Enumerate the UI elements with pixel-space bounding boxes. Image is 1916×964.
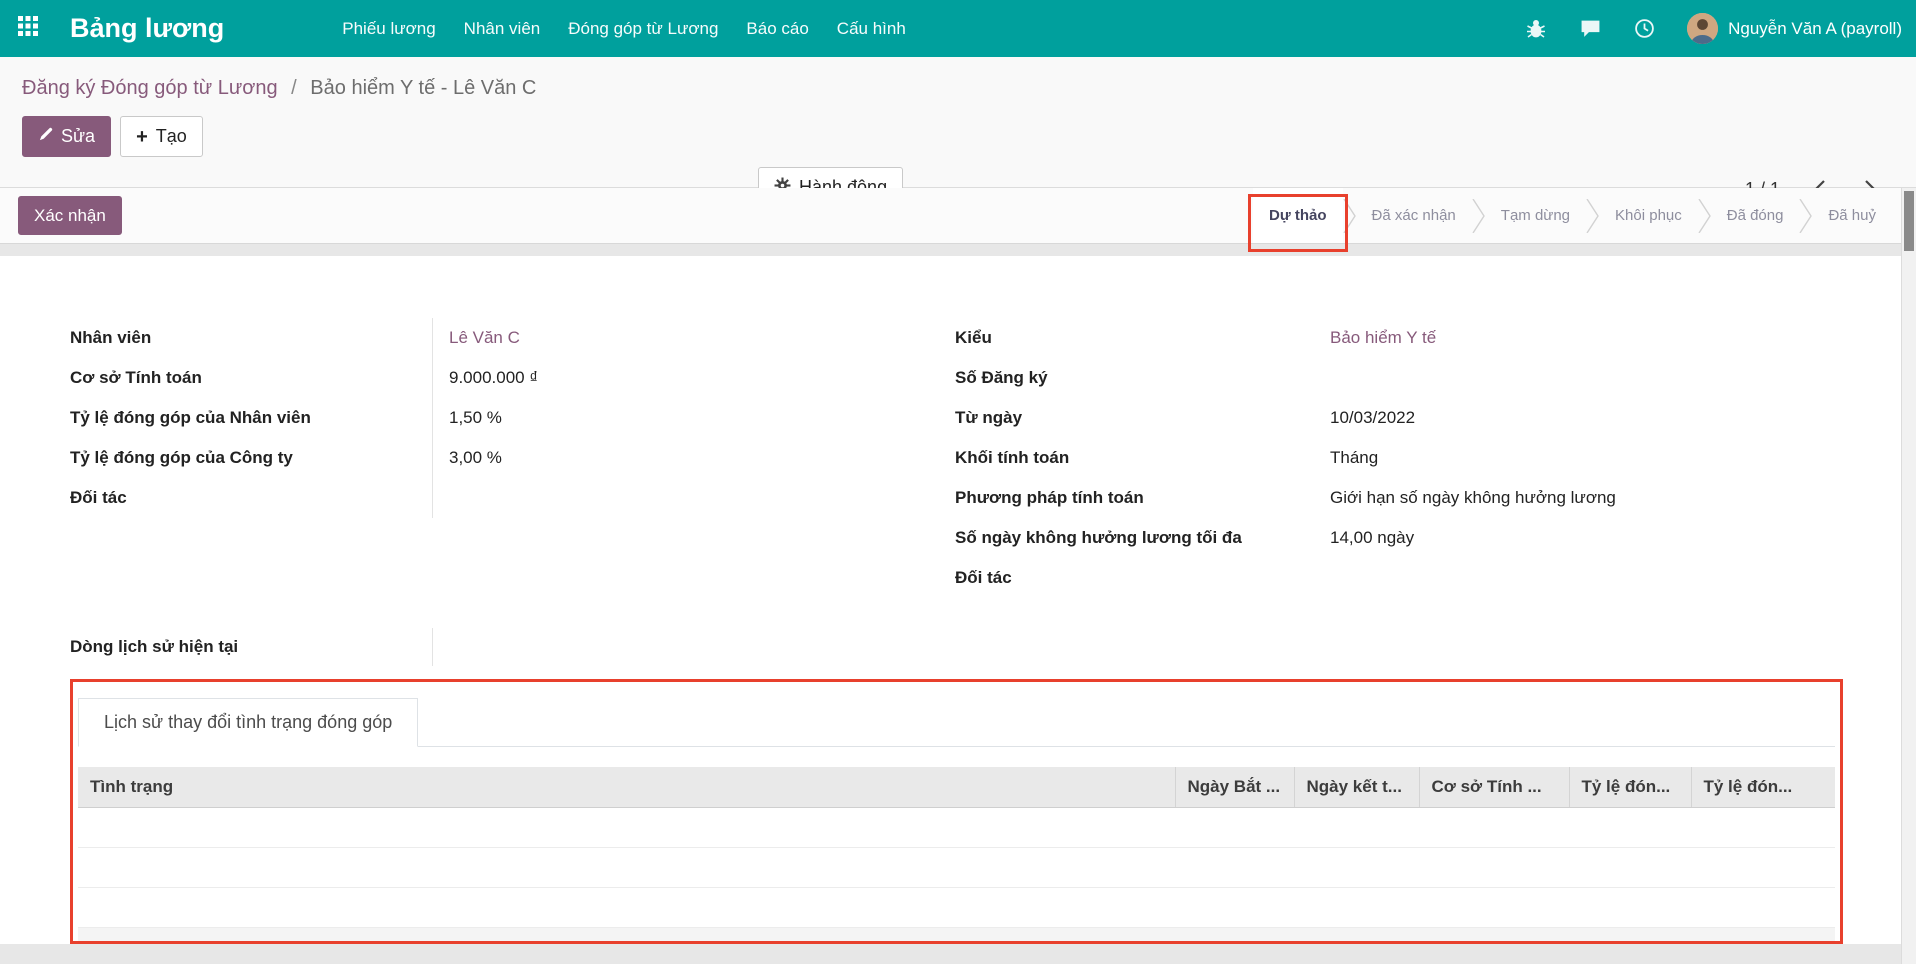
right-field-group: Kiểu Bảo hiểm Y tế Số Đăng ký Từ ngày 10…	[955, 318, 1843, 598]
field-value-type: Bảo hiểm Y tế	[1330, 318, 1843, 358]
field-label-computation-base: Cơ sở Tính toán	[70, 358, 432, 398]
status-step-resumed[interactable]: Khôi phục	[1599, 188, 1698, 243]
form-sheet: Nhân viên Lê Văn C Cơ sở Tính toán 9.000…	[0, 256, 1916, 944]
status-steps: Dự thảo Đã xác nhận Tạm dừng Khôi phục Đ…	[1253, 188, 1892, 243]
debug-bug-icon[interactable]	[1525, 18, 1547, 40]
breadcrumb-current: Bảo hiểm Y tế - Lê Văn C	[310, 77, 536, 99]
toolbar: Sửa + Tạo	[22, 116, 1916, 157]
field-label-type: Kiểu	[955, 318, 1330, 358]
nav-item-employees[interactable]: Nhân viên	[450, 0, 555, 57]
history-table-empty-row	[78, 887, 1835, 927]
field-label-current-history-line: Dòng lịch sử hiện tại	[70, 628, 432, 666]
breadcrumb-separator: /	[291, 77, 297, 99]
breadcrumb: Đăng ký Đóng góp từ Lương / Bảo hiểm Y t…	[22, 73, 1916, 103]
contribution-type-link[interactable]: Bảo hiểm Y tế	[1330, 328, 1436, 348]
app-title[interactable]: Bảng lương	[70, 13, 224, 44]
notebook-tabs: Lịch sử thay đổi tình trạng đóng góp	[78, 698, 1835, 747]
user-name: Nguyễn Văn A (payroll)	[1728, 19, 1902, 39]
apps-menu-button[interactable]	[0, 0, 56, 57]
step-chevron-icon	[1343, 188, 1356, 243]
chat-icon[interactable]	[1579, 18, 1601, 40]
current-history-line-row: Dòng lịch sử hiện tại	[70, 628, 950, 666]
col-header-computation-base[interactable]: Cơ sở Tính ...	[1419, 767, 1569, 807]
field-value-max-unpaid-days: 14,00 ngày	[1330, 518, 1843, 558]
scrollbar-thumb[interactable]	[1904, 191, 1914, 251]
field-label-employee: Nhân viên	[70, 318, 432, 358]
field-value-employee-rate: 1,50 %	[432, 398, 950, 438]
step-chevron-icon	[1472, 188, 1485, 243]
tab-contribution-status-history[interactable]: Lịch sử thay đổi tình trạng đóng góp	[78, 698, 418, 747]
navbar-right: Nguyễn Văn A (payroll)	[1525, 13, 1902, 44]
history-table: Tình trạng Ngày Bắt ... Ngày kết t... Cơ…	[78, 767, 1835, 928]
navbar: Bảng lương Phiếu lương Nhân viên Đóng gó…	[0, 0, 1916, 57]
field-value-from-date: 10/03/2022	[1330, 398, 1843, 438]
user-menu[interactable]: Nguyễn Văn A (payroll)	[1687, 13, 1902, 44]
employee-link[interactable]: Lê Văn C	[449, 328, 520, 348]
field-label-register-number: Số Đăng ký	[955, 358, 1330, 398]
nav-item-configuration[interactable]: Cấu hình	[823, 0, 920, 57]
history-table-footer	[78, 928, 1835, 941]
step-chevron-icon	[1698, 188, 1711, 243]
col-header-end-date[interactable]: Ngày kết t...	[1294, 767, 1419, 807]
col-header-company-rate[interactable]: Tỷ lệ đón...	[1691, 767, 1835, 807]
plus-icon: +	[136, 127, 148, 147]
apps-grid-icon	[18, 16, 38, 41]
nav-item-salary-contributions[interactable]: Đóng góp từ Lương	[554, 0, 732, 57]
field-value-current-history-line	[432, 628, 950, 666]
avatar	[1687, 13, 1718, 44]
field-value-partner-right	[1330, 558, 1843, 598]
col-header-status[interactable]: Tình trạng	[78, 767, 1175, 807]
field-label-computation-method: Phương pháp tính toán	[955, 478, 1330, 518]
history-table-empty-row	[78, 807, 1835, 847]
step-chevron-icon	[1799, 188, 1812, 243]
field-value-partner-left	[432, 478, 950, 518]
field-value-computation-block: Tháng	[1330, 438, 1843, 478]
status-step-cancelled[interactable]: Đã huỷ	[1812, 188, 1892, 243]
status-step-suspended[interactable]: Tạm dừng	[1485, 188, 1586, 243]
confirm-button[interactable]: Xác nhận	[18, 196, 122, 235]
content-gap	[0, 244, 1916, 256]
status-step-draft[interactable]: Dự thảo	[1253, 188, 1343, 243]
field-label-max-unpaid-days: Số ngày không hưởng lương tối đa	[955, 518, 1330, 558]
nav-item-reports[interactable]: Báo cáo	[732, 0, 822, 57]
activities-clock-icon[interactable]	[1633, 18, 1655, 40]
field-label-employee-rate: Tỷ lệ đóng góp của Nhân viên	[70, 398, 432, 438]
field-value-register-number	[1330, 358, 1843, 398]
field-label-computation-block: Khối tính toán	[955, 438, 1330, 478]
field-value-employee: Lê Văn C	[432, 318, 950, 358]
field-value-computation-base: 9.000.000 ₫	[432, 358, 950, 398]
main-menu: Phiếu lương Nhân viên Đóng góp từ Lương …	[328, 0, 920, 57]
field-label-company-rate: Tỷ lệ đóng góp của Công ty	[70, 438, 432, 478]
annotation-box-history-table: Lịch sử thay đổi tình trạng đóng góp Tìn…	[70, 679, 1843, 944]
edit-button[interactable]: Sửa	[22, 116, 111, 157]
col-header-employee-rate[interactable]: Tỷ lệ đón...	[1569, 767, 1691, 807]
nav-item-payslips[interactable]: Phiếu lương	[328, 0, 449, 57]
field-label-from-date: Từ ngày	[955, 398, 1330, 438]
control-panel: Đăng ký Đóng góp từ Lương / Bảo hiểm Y t…	[0, 57, 1916, 188]
status-step-confirmed[interactable]: Đã xác nhận	[1356, 188, 1472, 243]
vertical-scrollbar[interactable]	[1901, 188, 1916, 964]
create-button[interactable]: + Tạo	[120, 116, 203, 157]
history-table-empty-row	[78, 847, 1835, 887]
pencil-icon	[38, 126, 53, 147]
left-field-group: Nhân viên Lê Văn C Cơ sở Tính toán 9.000…	[70, 318, 950, 518]
history-table-header-row: Tình trạng Ngày Bắt ... Ngày kết t... Cơ…	[78, 767, 1835, 807]
status-step-closed[interactable]: Đã đóng	[1711, 188, 1800, 243]
field-label-partner-right: Đối tác	[955, 558, 1330, 598]
step-chevron-icon	[1586, 188, 1599, 243]
breadcrumb-parent-link[interactable]: Đăng ký Đóng góp từ Lương	[22, 77, 278, 99]
statusbar: Xác nhận Dự thảo Đã xác nhận Tạm dừng Kh…	[0, 188, 1916, 244]
field-value-computation-method: Giới hạn số ngày không hưởng lương	[1330, 478, 1843, 518]
field-label-partner-left: Đối tác	[70, 478, 432, 518]
field-value-company-rate: 3,00 %	[432, 438, 950, 478]
field-groups: Nhân viên Lê Văn C Cơ sở Tính toán 9.000…	[70, 318, 1843, 598]
col-header-start-date[interactable]: Ngày Bắt ...	[1175, 767, 1294, 807]
